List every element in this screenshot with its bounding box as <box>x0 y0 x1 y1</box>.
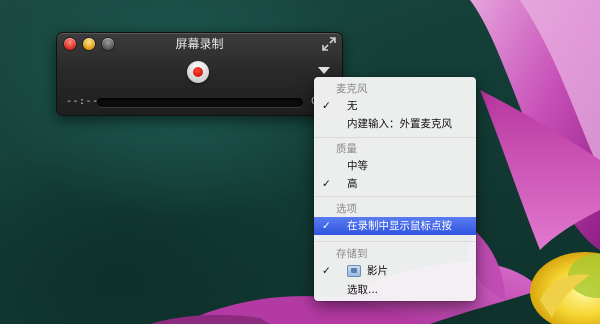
save-to-header-label: 存储到 <box>336 248 368 260</box>
menu-item-label: 中等 <box>347 160 368 172</box>
save-to-header: 存储到 <box>314 245 476 263</box>
menu-item-mic-internal[interactable]: 内建输入：外置麦克风 <box>314 115 476 133</box>
fullscreen-icon[interactable] <box>322 37 336 51</box>
recording-progress-bar <box>97 98 303 107</box>
menu-item-label: 影片 <box>367 265 388 277</box>
options-menu: 麦克风 ✓ 无 内建输入：外置麦克风 质量 中等 ✓ 高 选项 ✓ 在录制中显示… <box>314 77 476 301</box>
menu-item-save-movies[interactable]: ✓ 影片 <box>314 262 476 280</box>
microphone-header-label: 麦克风 <box>336 83 368 95</box>
record-icon <box>193 67 203 77</box>
menu-item-quality-medium[interactable]: 中等 <box>314 157 476 175</box>
menu-separator <box>315 137 475 138</box>
options-dropdown-icon[interactable] <box>318 67 330 74</box>
checkmark-icon: ✓ <box>322 100 331 112</box>
menu-item-label: 选取... <box>347 284 379 296</box>
menu-separator <box>315 241 475 242</box>
menu-item-save-other[interactable]: 选取... <box>314 281 476 299</box>
options-header-label: 选项 <box>336 203 357 215</box>
microphone-header: 麦克风 <box>314 80 476 98</box>
folder-icon <box>347 265 361 277</box>
menu-item-label: 无 <box>347 100 358 112</box>
menu-item-label: 内建输入：外置麦克风 <box>347 118 452 130</box>
menu-separator <box>315 196 475 197</box>
menu-item-label: 在录制中显示鼠标点按 <box>347 220 452 232</box>
screen-recording-window: 屏幕录制 --:-- 0 <box>56 32 343 116</box>
quality-header-label: 质量 <box>336 143 357 155</box>
quality-header: 质量 <box>314 140 476 158</box>
window-title: 屏幕录制 <box>175 37 224 51</box>
menu-item-label: 高 <box>347 178 358 190</box>
menu-item-quality-high[interactable]: ✓ 高 <box>314 175 476 193</box>
elapsed-time: --:-- <box>66 96 99 107</box>
menu-item-mic-none[interactable]: ✓ 无 <box>314 97 476 115</box>
record-button[interactable] <box>187 61 209 83</box>
checkmark-icon: ✓ <box>322 220 331 232</box>
checkmark-icon: ✓ <box>322 265 331 277</box>
options-header: 选项 <box>314 200 476 218</box>
checkmark-icon: ✓ <box>322 178 331 190</box>
menu-item-show-clicks[interactable]: ✓ 在录制中显示鼠标点按 <box>314 217 476 235</box>
